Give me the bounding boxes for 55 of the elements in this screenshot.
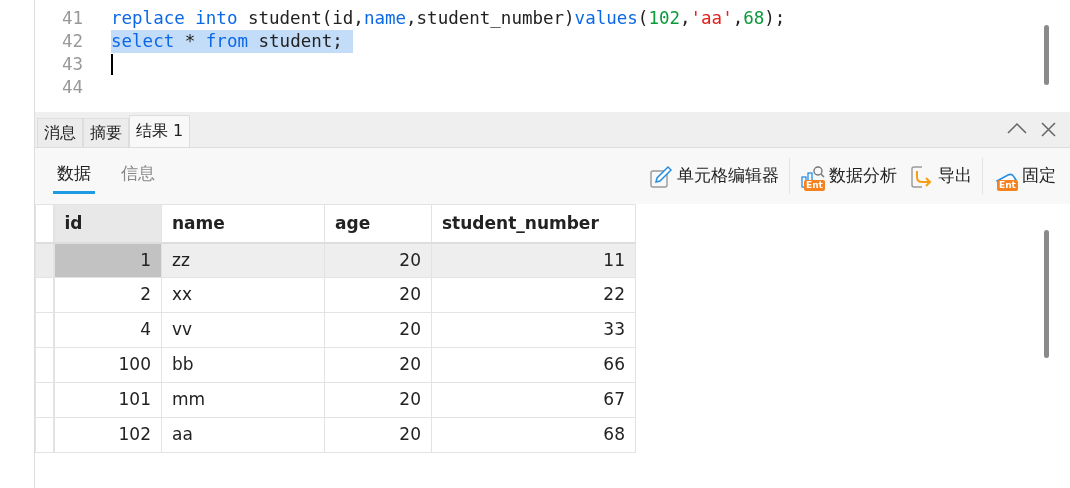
table-cell: zz: [161, 242, 325, 278]
pencil-icon: [649, 165, 673, 189]
table-cell: 4: [53, 312, 162, 348]
table-cell: bb: [161, 347, 325, 383]
table-cell: 1: [53, 242, 162, 278]
table-cell: 100: [53, 347, 162, 383]
table-cell: 20: [324, 312, 432, 348]
scrollbar-thumb[interactable]: [1044, 230, 1049, 358]
table-cell: 20: [324, 277, 432, 313]
view-tab[interactable]: 数据: [53, 158, 95, 194]
table-cell: 20: [324, 242, 432, 278]
result-tab[interactable]: 结果 1: [129, 115, 191, 147]
row-header[interactable]: [35, 347, 54, 383]
cell-editor-button[interactable]: 单元格编辑器: [642, 163, 785, 189]
table-cell: 66: [431, 347, 636, 383]
collapse-icon[interactable]: [1007, 122, 1027, 134]
row-header[interactable]: [35, 277, 54, 313]
column-header[interactable]: id: [53, 204, 162, 243]
ent-badge: Ent: [804, 180, 825, 191]
result-tab[interactable]: 消息: [37, 118, 83, 147]
line-number: 41: [60, 7, 84, 30]
table-cell: 68: [431, 417, 636, 453]
column-header[interactable]: age: [324, 204, 432, 243]
table-cell: mm: [161, 382, 325, 418]
row-header[interactable]: [35, 417, 54, 453]
pin-button[interactable]: Ent 固定: [987, 163, 1062, 189]
line-number: 44: [60, 76, 84, 99]
table-cell: 67: [431, 382, 636, 418]
data-analysis-button[interactable]: Ent 数据分析: [794, 163, 903, 189]
line-number: 42: [60, 30, 84, 53]
table-cell: 102: [53, 417, 162, 453]
table-cell: 101: [53, 382, 162, 418]
table-cell: aa: [161, 417, 325, 453]
table-cell: 33: [431, 312, 636, 348]
scrollbar-thumb[interactable]: [1044, 25, 1049, 85]
table-cell: 2: [53, 277, 162, 313]
row-header[interactable]: [35, 242, 54, 278]
table-cell: 20: [324, 417, 432, 453]
table-cell: xx: [161, 277, 325, 313]
line-number: 43: [60, 53, 84, 76]
column-header[interactable]: name: [161, 204, 325, 243]
code-line[interactable]: replace into student(id,name,student_number)values(102,'aa',68);: [111, 7, 786, 30]
export-button[interactable]: 导出: [903, 163, 978, 189]
export-icon: [910, 165, 934, 189]
result-tab[interactable]: 摘要: [83, 118, 129, 147]
table-cell: 20: [324, 347, 432, 383]
table-cell: 22: [431, 277, 636, 313]
table-cell: 20: [324, 382, 432, 418]
table-cell: vv: [161, 312, 325, 348]
table-cell: 11: [431, 242, 636, 278]
ent-badge: Ent: [997, 180, 1018, 191]
column-header[interactable]: student_number: [431, 204, 636, 243]
close-icon[interactable]: [1041, 122, 1056, 137]
row-header[interactable]: [35, 312, 54, 348]
row-header[interactable]: [35, 382, 54, 418]
